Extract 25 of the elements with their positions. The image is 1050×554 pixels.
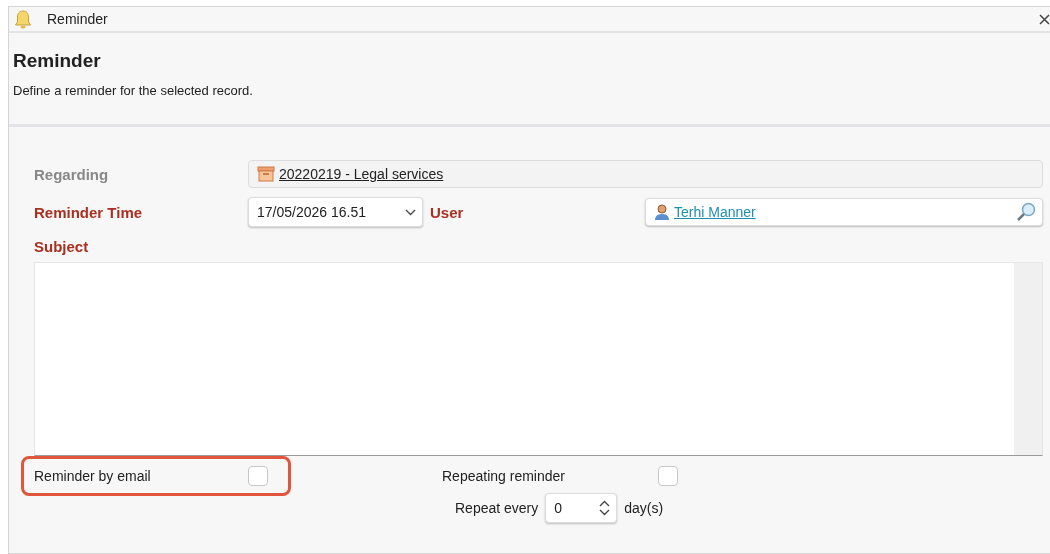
box-icon — [257, 166, 275, 182]
field-label: Subject — [34, 238, 90, 255]
date-time-dropdown[interactable]: 17/05/2026 16.51 — [248, 197, 423, 227]
unit-label: day(s) — [624, 500, 664, 516]
record-link[interactable]: 20220219 - Legal services — [279, 166, 444, 182]
field-label: User — [430, 203, 465, 221]
checkbox[interactable] — [658, 466, 678, 486]
bell-icon — [14, 9, 32, 29]
number-spinner[interactable]: 0 — [545, 493, 618, 523]
up-down-icon — [599, 500, 611, 516]
chevron-down-icon — [405, 208, 416, 216]
option-label: Reminder by email — [34, 468, 152, 484]
option-label: Repeating reminder — [442, 468, 566, 484]
field-label: Reminder Time — [34, 203, 144, 221]
user-field[interactable]: Terhi Manner — [645, 198, 1043, 226]
search-icon[interactable] — [1016, 202, 1036, 222]
user-link[interactable]: Terhi Manner — [674, 204, 756, 220]
close-icon[interactable] — [1039, 13, 1050, 25]
dialog-description: Define a reminder for the selected record. — [13, 83, 254, 98]
window-title: Reminder — [47, 11, 108, 27]
checkbox[interactable] — [248, 466, 268, 486]
field-label: Regarding — [34, 165, 110, 183]
dialog-heading: Reminder — [13, 49, 102, 72]
person-icon — [654, 203, 670, 221]
repeat-label: Repeat every — [455, 500, 539, 516]
